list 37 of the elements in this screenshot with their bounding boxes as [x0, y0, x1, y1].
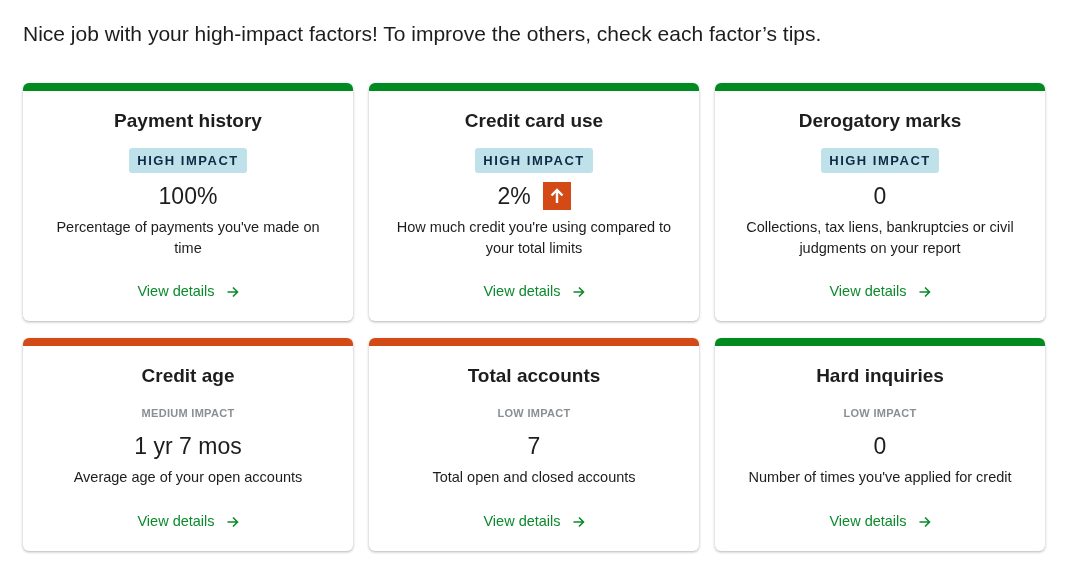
view-details-link[interactable]: View details: [483, 281, 585, 303]
card-title: Credit card use: [464, 109, 604, 133]
view-details-link[interactable]: View details: [137, 511, 239, 533]
card-title: Credit age: [141, 364, 235, 388]
factor-value: 0: [873, 432, 887, 461]
impact-label: LOW IMPACT: [497, 405, 571, 421]
arrow-right-icon: [572, 516, 585, 529]
factor-value: 0: [873, 182, 887, 211]
factor-description: Collections, tax liens, bankruptcies or civil judgments on your report: [745, 218, 1015, 258]
card-title: Payment history: [114, 109, 262, 133]
view-details-link[interactable]: View details: [829, 511, 931, 533]
arrow-right-icon: [918, 286, 931, 299]
factor-value: 7: [527, 432, 541, 461]
factor-description: Percentage of payments you've made on time: [55, 218, 321, 258]
factor-description: Total open and closed accounts: [431, 468, 637, 487]
view-details-link[interactable]: View details: [137, 281, 239, 303]
arrow-right-icon: [918, 516, 931, 529]
factor-description: How much credit you're using compared to your total limits: [395, 218, 673, 258]
card-title: Total accounts: [467, 364, 601, 388]
factor-value: 2%: [497, 182, 531, 211]
arrow-right-icon: [572, 286, 585, 299]
arrow-right-icon: [226, 286, 239, 299]
impact-label: LOW IMPACT: [843, 405, 917, 421]
card-title: Hard inquiries: [816, 364, 944, 388]
factor-description: Number of times you've applied for credit: [747, 468, 1013, 487]
impact-badge: HIGH IMPACT: [475, 147, 593, 173]
view-details-link[interactable]: View details: [483, 511, 585, 533]
impact-label: MEDIUM IMPACT: [141, 405, 235, 421]
impact-badge: HIGH IMPACT: [129, 147, 247, 173]
impact-badge: HIGH IMPACT: [821, 147, 939, 173]
factor-description: Average age of your open accounts: [72, 468, 304, 487]
factor-value: 1 yr 7 mos: [134, 432, 242, 461]
factor-value: 100%: [158, 182, 218, 211]
card-title: Derogatory marks: [798, 109, 962, 133]
page-heading: Nice job with your high-impact factors! To improve the others, check each factor’s tips.: [23, 21, 823, 47]
view-details-link[interactable]: View details: [829, 281, 931, 303]
arrow-right-icon: [226, 516, 239, 529]
